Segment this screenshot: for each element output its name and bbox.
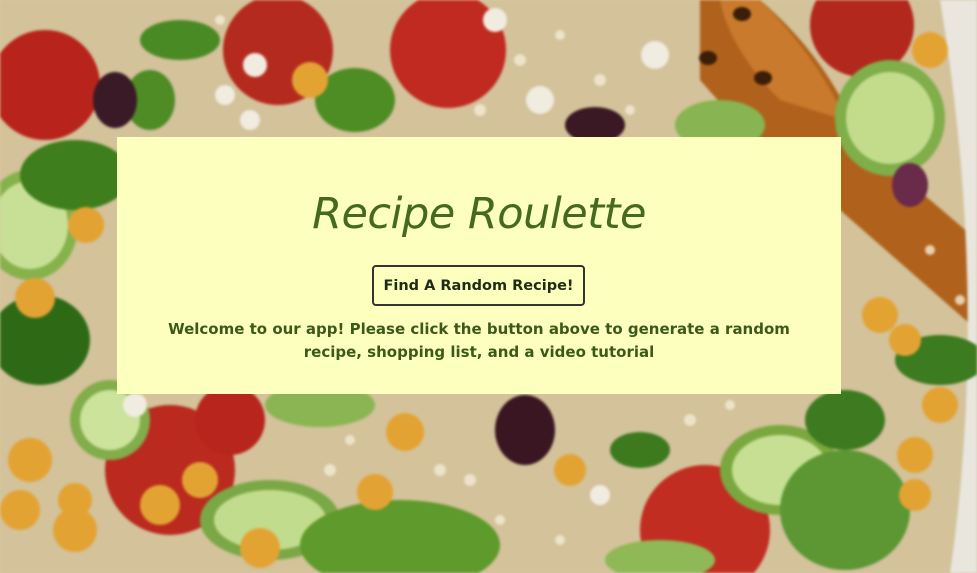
- app-title: Recipe Roulette: [312, 189, 646, 239]
- welcome-text: Welcome to our app! Please click the but…: [168, 320, 790, 361]
- find-random-recipe-button[interactable]: Find A Random Recipe!: [372, 265, 585, 306]
- welcome-card: Recipe Roulette Find A Random Recipe! We…: [117, 137, 841, 394]
